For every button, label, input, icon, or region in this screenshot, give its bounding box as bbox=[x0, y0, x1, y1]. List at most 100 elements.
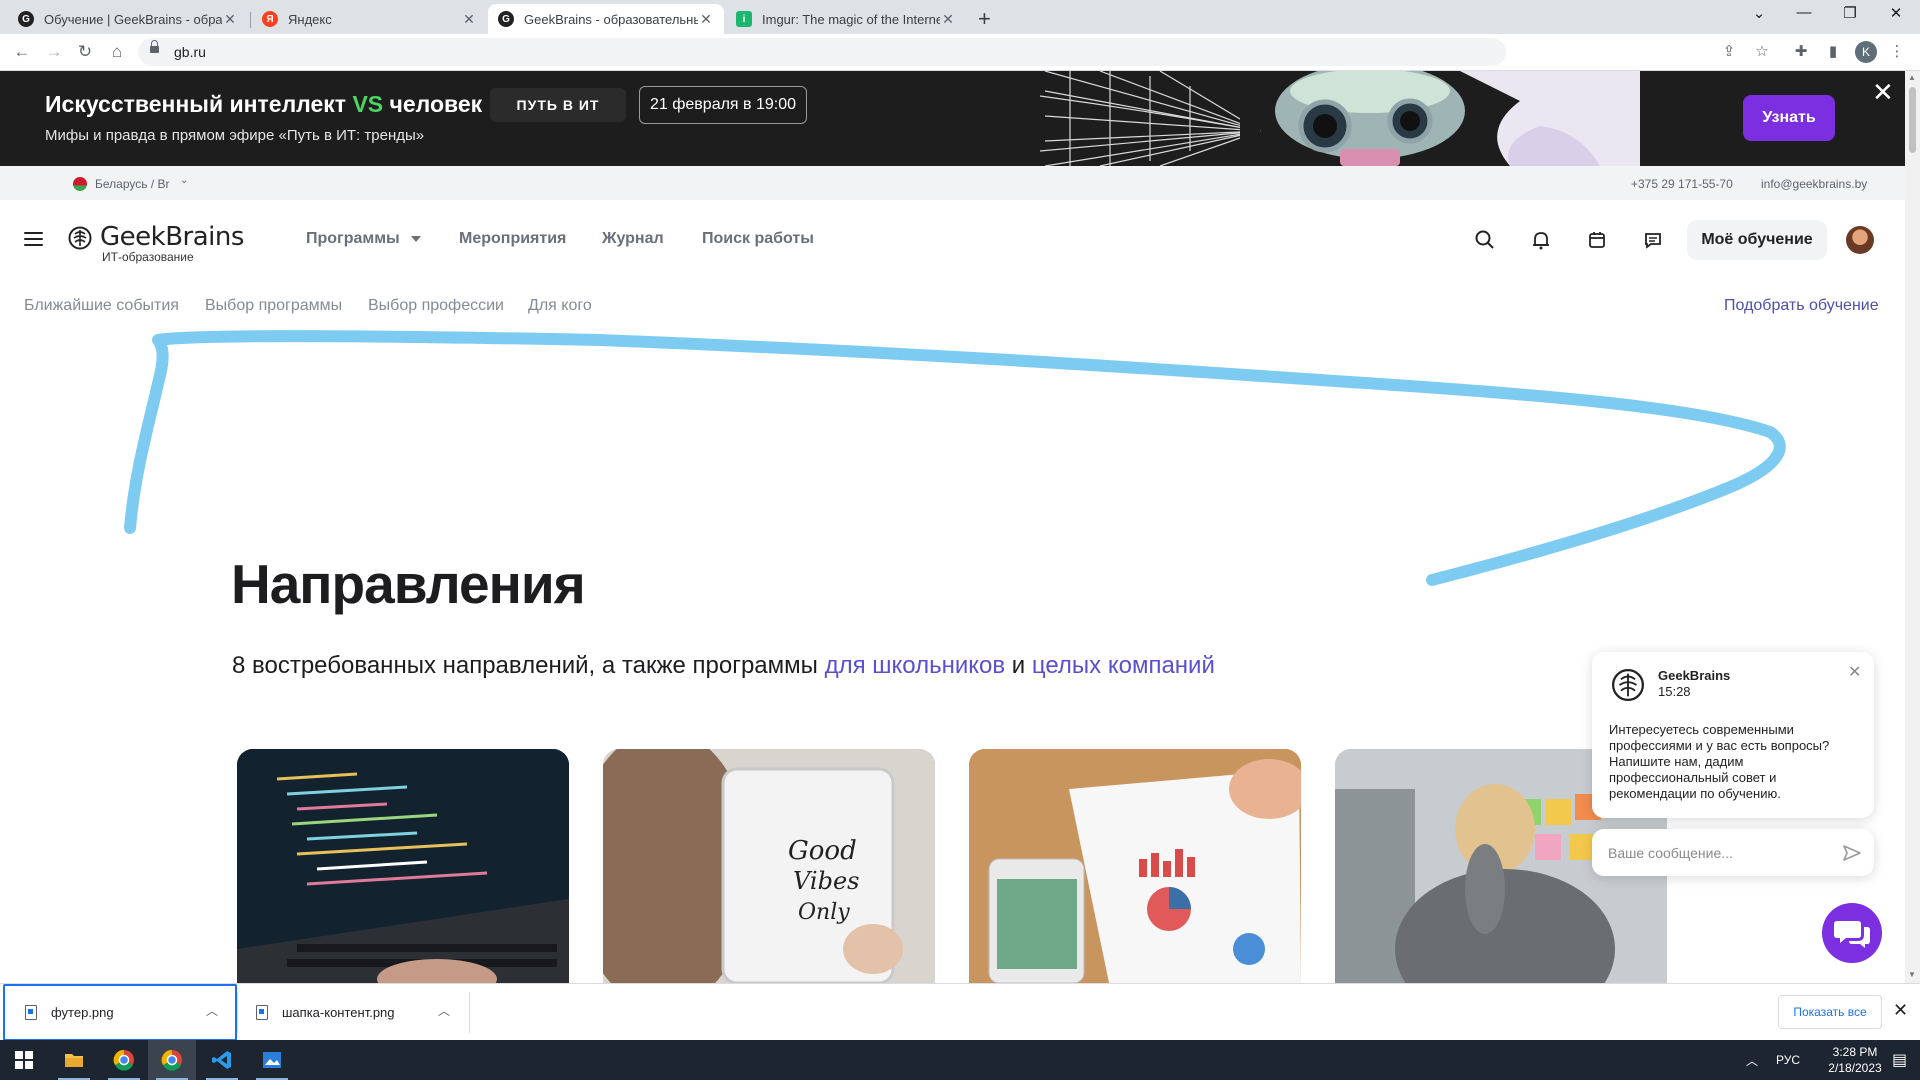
address-bar[interactable]: gb.ru bbox=[138, 38, 1506, 66]
scroll-down-icon[interactable]: ▼ bbox=[1908, 970, 1916, 979]
search-icon[interactable] bbox=[1473, 228, 1497, 252]
share-icon[interactable]: ⇪ bbox=[1718, 42, 1740, 60]
close-icon[interactable]: ✕ bbox=[1848, 662, 1861, 682]
home-icon[interactable]: ⌂ bbox=[106, 42, 128, 62]
close-window-button[interactable]: ✕ bbox=[1876, 4, 1916, 22]
hamburger-menu-icon[interactable] bbox=[24, 232, 43, 246]
robot-illustration bbox=[1040, 71, 1640, 166]
svg-text:Only: Only bbox=[798, 900, 850, 925]
system-clock[interactable]: 3:28 PM 2/18/2023 bbox=[1824, 1044, 1886, 1076]
taskbar-file-explorer[interactable] bbox=[50, 1040, 98, 1080]
chat-bubble-icon[interactable] bbox=[1641, 228, 1665, 252]
laptop-code-image bbox=[237, 749, 569, 983]
start-button[interactable] bbox=[0, 1040, 48, 1080]
bookmark-star-icon[interactable]: ☆ bbox=[1751, 42, 1773, 60]
direction-card-marketing[interactable] bbox=[969, 749, 1301, 983]
menu-kebab-icon[interactable]: ⋮ bbox=[1886, 42, 1908, 60]
scroll-up-icon[interactable]: ▲ bbox=[1908, 73, 1916, 82]
find-learning-link[interactable]: Подобрать обучение bbox=[1724, 297, 1879, 315]
download-item[interactable]: футер.png bbox=[3, 984, 237, 1041]
promo-title-part: Искусственный интеллект bbox=[45, 91, 353, 117]
taskbar-chrome-profile[interactable] bbox=[100, 1040, 148, 1080]
chat-message-input[interactable] bbox=[1608, 843, 1828, 863]
back-icon[interactable]: ← bbox=[11, 42, 33, 62]
image-file-icon bbox=[25, 1005, 37, 1020]
my-learning-button[interactable]: Моё обучение bbox=[1687, 220, 1827, 260]
caret-down-icon[interactable] bbox=[411, 236, 421, 242]
subnav-upcoming-events[interactable]: Ближайшие события bbox=[24, 297, 179, 315]
promo-title-part: человек bbox=[383, 91, 483, 117]
reload-icon[interactable]: ↻ bbox=[74, 42, 96, 62]
tray-chevron-up-icon[interactable]: ︿ bbox=[1746, 1040, 1758, 1080]
bell-icon[interactable] bbox=[1529, 228, 1553, 252]
close-icon[interactable]: ✕ bbox=[940, 11, 956, 28]
scrollbar-thumb[interactable] bbox=[1909, 87, 1916, 153]
close-icon[interactable]: ✕ bbox=[222, 11, 238, 28]
tab-title: Обучение | GeekBrains - образо bbox=[44, 11, 222, 27]
close-icon[interactable]: ✕ bbox=[1893, 1000, 1908, 1021]
phone-link[interactable]: +375 29 171-55-70 bbox=[1631, 177, 1733, 191]
nav-programs[interactable]: Программы bbox=[306, 230, 400, 248]
email-link[interactable]: info@geekbrains.by bbox=[1761, 177, 1867, 191]
subnav-for-whom[interactable]: Для кого bbox=[528, 297, 592, 315]
region-selector[interactable]: Беларусь / Br bbox=[95, 177, 169, 191]
tab-yandex[interactable]: Я Яндекс ✕ bbox=[252, 4, 487, 34]
tab-geekbrains-active[interactable]: G GeekBrains - образовательный ✕ bbox=[488, 4, 724, 34]
user-avatar[interactable] bbox=[1846, 226, 1874, 254]
new-tab-button[interactable]: + bbox=[978, 6, 991, 32]
minimize-button[interactable]: — bbox=[1784, 4, 1824, 21]
calendar-icon[interactable] bbox=[1585, 228, 1609, 252]
direction-card-design[interactable]: Good Vibes Only bbox=[603, 749, 935, 983]
send-icon[interactable] bbox=[1842, 843, 1862, 863]
chrome-icon bbox=[113, 1049, 134, 1071]
extensions-icon[interactable]: ✚ bbox=[1790, 42, 1812, 60]
promo-logo: ПУТЬ В ИТ bbox=[490, 88, 626, 122]
page-scrollbar[interactable]: ▲ ▼ bbox=[1905, 71, 1920, 983]
browser-tab-bar: G Обучение | GeekBrains - образо ✕ Я Янд… bbox=[0, 0, 1920, 34]
subnav-profession-choice[interactable]: Выбор профессии bbox=[368, 297, 504, 315]
show-all-downloads-button[interactable]: Показать все bbox=[1778, 995, 1882, 1029]
svg-text:Vibes: Vibes bbox=[793, 867, 859, 895]
promo-learn-more-button[interactable]: Узнать bbox=[1743, 95, 1835, 141]
schoolchildren-link[interactable]: для школьников bbox=[825, 652, 1006, 679]
chevron-up-icon[interactable]: ︿ bbox=[206, 1002, 218, 1019]
nav-job-search[interactable]: Поиск работы bbox=[702, 230, 814, 248]
image-viewer-icon bbox=[263, 1052, 281, 1068]
input-language[interactable]: РУС bbox=[1776, 1040, 1800, 1080]
nav-events[interactable]: Мероприятия bbox=[459, 230, 566, 248]
svg-text:Good: Good bbox=[788, 836, 857, 866]
logo-name[interactable]: GeekBrains bbox=[100, 222, 244, 252]
taskbar-chrome[interactable] bbox=[148, 1040, 196, 1080]
vscode-icon bbox=[212, 1051, 231, 1069]
geekbrains-logo-icon[interactable] bbox=[68, 226, 92, 250]
close-icon[interactable]: ✕ bbox=[698, 11, 714, 28]
notification-icon[interactable]: ▤ bbox=[1892, 1040, 1907, 1080]
chevron-down-icon[interactable]: ⌄ bbox=[180, 175, 188, 186]
divider bbox=[469, 992, 470, 1033]
browser-toolbar: ← → ↻ ⌂ gb.ru ⇪ ☆ ✚ ▮ K ⋮ bbox=[0, 34, 1920, 71]
tab-title: Imgur: The magic of the Internet bbox=[762, 11, 940, 27]
side-panel-icon[interactable]: ▮ bbox=[1822, 42, 1844, 60]
tab-geekbrains-learning[interactable]: G Обучение | GeekBrains - образо ✕ bbox=[8, 4, 248, 34]
page-title: Направления bbox=[231, 553, 586, 615]
tab-imgur[interactable]: i Imgur: The magic of the Internet ✕ bbox=[726, 4, 966, 34]
close-icon[interactable]: ✕ bbox=[1872, 77, 1894, 108]
restore-button[interactable]: ❐ bbox=[1830, 4, 1870, 22]
taskbar-photos[interactable] bbox=[248, 1040, 296, 1080]
folder-icon bbox=[65, 1054, 83, 1067]
close-icon[interactable]: ✕ bbox=[461, 11, 477, 28]
taskbar-vscode[interactable] bbox=[198, 1040, 246, 1080]
download-filename: шапка-контент.png bbox=[282, 1005, 395, 1020]
companies-link[interactable]: целых компаний bbox=[1032, 652, 1215, 679]
profile-avatar[interactable]: K bbox=[1855, 41, 1877, 63]
chevron-up-icon[interactable]: ︿ bbox=[438, 1002, 450, 1019]
download-item[interactable]: шапка-контент.png bbox=[236, 984, 468, 1041]
nav-journal[interactable]: Журнал bbox=[602, 230, 664, 248]
geekbrains-icon: G bbox=[498, 11, 514, 27]
direction-card-programming[interactable] bbox=[237, 749, 569, 983]
windows-logo-icon bbox=[15, 1051, 33, 1069]
chat-launcher-button[interactable] bbox=[1822, 903, 1882, 963]
forward-icon[interactable]: → bbox=[43, 42, 65, 62]
tab-search-icon[interactable]: ⌄ bbox=[1739, 4, 1779, 22]
subnav-program-choice[interactable]: Выбор программы bbox=[205, 297, 342, 315]
